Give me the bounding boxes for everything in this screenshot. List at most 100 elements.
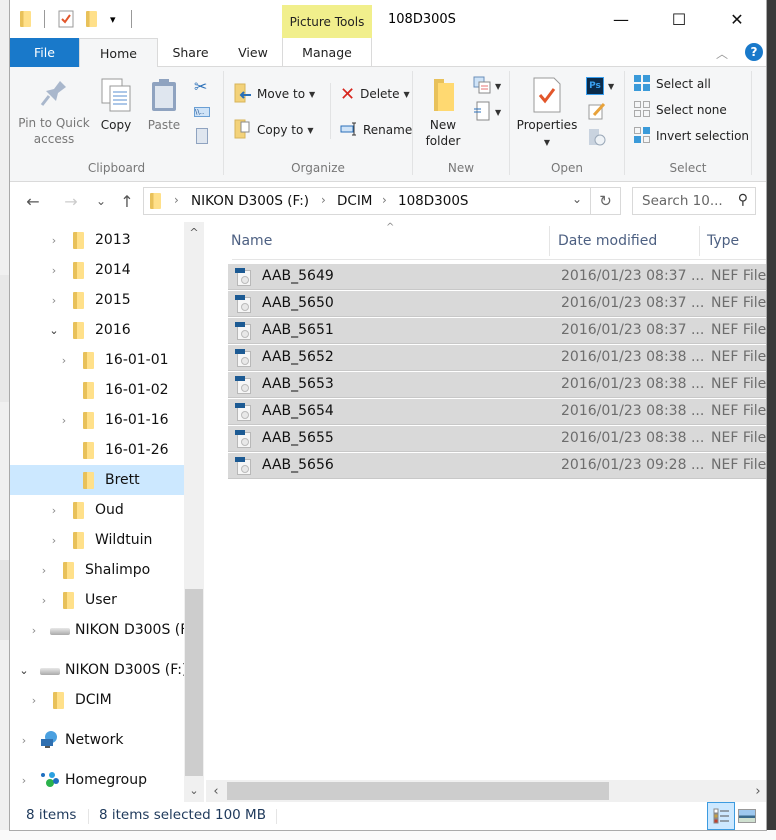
chevron-right-icon[interactable]: › [28, 624, 40, 637]
chevron-down-icon[interactable]: ⌄ [18, 664, 30, 677]
tree-item-oud[interactable]: › Oud [10, 495, 184, 525]
file-row[interactable]: AAB_5652 2016/01/23 08:38 ... NEF File [228, 345, 766, 371]
delete-button[interactable]: ✕ Delete ▼ [340, 83, 410, 105]
tree-item-homegroup[interactable]: › Homegroup [10, 765, 184, 795]
address-dropdown-button[interactable]: ⌄ [572, 192, 582, 206]
tab-view[interactable]: View [223, 38, 283, 67]
search-box[interactable]: Search 10... ⚲ [632, 187, 756, 215]
open-with-photoshop-button[interactable]: Ps ▼ [586, 75, 614, 97]
paste-button[interactable]: Paste [142, 77, 186, 133]
copy-path-button[interactable]: \\.. [194, 101, 210, 123]
minimize-button[interactable]: — [592, 0, 650, 38]
scroll-down-button[interactable]: ⌄ [184, 780, 204, 800]
edit-button[interactable] [588, 101, 606, 123]
tab-home[interactable]: Home [79, 38, 158, 68]
move-to-button[interactable]: Move to ▼ [234, 83, 315, 105]
invert-selection-button[interactable]: Invert selection [633, 125, 749, 147]
copy-button[interactable]: Copy [94, 77, 138, 133]
chevron-right-icon[interactable]: › [48, 264, 60, 277]
new-item-button[interactable]: ▼ [473, 75, 501, 97]
tree-item-2013[interactable]: › 2013 [10, 225, 184, 255]
address-bar[interactable]: › NIKON D300S (F:) › DCIM › 108D300S ⌄ ↻ [143, 187, 621, 215]
file-row[interactable]: AAB_5651 2016/01/23 08:37 ... NEF File [228, 318, 766, 344]
chevron-right-icon[interactable]: › [18, 774, 30, 787]
tree-item-user[interactable]: › User [10, 585, 184, 615]
chevron-down-icon[interactable]: ⌄ [48, 324, 60, 337]
back-button[interactable]: ← [22, 190, 44, 212]
tree-item-dcim[interactable]: › DCIM [10, 685, 184, 715]
large-icons-view-button[interactable] [738, 809, 756, 823]
properties-button[interactable]: Properties ▼ [514, 77, 580, 151]
file-row[interactable]: AAB_5655 2016/01/23 08:38 ... NEF File [228, 426, 766, 452]
qat-new-folder-button[interactable] [86, 8, 97, 30]
breadcrumb-108d300s[interactable]: 108D300S [398, 193, 469, 209]
chevron-right-icon[interactable]: › [58, 414, 70, 427]
tree-item-2016[interactable]: ⌄ 2016 [10, 315, 184, 345]
qat-folder-button[interactable] [20, 8, 31, 30]
chevron-right-icon[interactable]: › [48, 504, 60, 517]
forward-button[interactable]: → [60, 190, 82, 212]
search-icon[interactable]: ⚲ [738, 192, 748, 208]
chevron-right-icon[interactable]: › [48, 294, 60, 307]
qat-properties-button[interactable] [58, 8, 74, 30]
tab-share[interactable]: Share [158, 38, 223, 67]
scroll-left-button[interactable]: ‹ [206, 780, 226, 802]
tree-item-network[interactable]: › Network [10, 725, 184, 755]
collapse-ribbon-button[interactable]: ︿ [716, 45, 728, 62]
column-header-type[interactable]: Type [707, 222, 766, 260]
select-all-button[interactable]: Select all [633, 73, 711, 95]
breadcrumb-nikon-drive[interactable]: NIKON D300S (F:) [191, 193, 309, 209]
rename-button[interactable]: Rename [340, 119, 412, 141]
navigation-pane-scrollbar[interactable]: ^ ⌄ [184, 222, 204, 802]
qat-customize-button[interactable]: ▾ [110, 8, 116, 30]
copy-to-button[interactable]: Copy to ▼ [234, 119, 313, 141]
chevron-right-icon[interactable]: › [18, 734, 30, 747]
file-row[interactable]: AAB_5650 2016/01/23 08:37 ... NEF File [228, 291, 766, 317]
easy-access-button[interactable]: ▼ [473, 101, 501, 123]
chevron-right-icon[interactable]: › [28, 694, 40, 707]
details-view-button[interactable] [707, 802, 735, 830]
tree-item-brett[interactable]: Brett [10, 465, 184, 495]
pin-to-quick-access-button[interactable]: Pin to Quick access [14, 77, 94, 147]
tab-file[interactable]: File [10, 38, 79, 67]
column-separator[interactable] [549, 226, 550, 256]
tree-item-16-01-01[interactable]: › 16-01-01 [10, 345, 184, 375]
history-button[interactable] [588, 127, 606, 149]
tree-item-shalimpo[interactable]: › Shalimpo [10, 555, 184, 585]
scrollbar-thumb[interactable] [227, 782, 609, 800]
tree-item-2015[interactable]: › 2015 [10, 285, 184, 315]
scrollbar-thumb[interactable] [185, 589, 203, 776]
column-header-date-modified[interactable]: Date modified [558, 222, 698, 260]
tree-item-16-01-02[interactable]: 16-01-02 [10, 375, 184, 405]
file-row[interactable]: AAB_5649 2016/01/23 08:37 ... NEF File [228, 264, 766, 290]
cut-button[interactable]: ✂ [194, 75, 207, 97]
tree-item-nikon-drive-1[interactable]: › NIKON D300S (F:) [10, 615, 184, 645]
scroll-up-button[interactable]: ^ [184, 222, 204, 242]
tree-item-nikon-drive-2[interactable]: ⌄ NIKON D300S (F:) [10, 655, 184, 685]
select-none-button[interactable]: Select none [633, 99, 727, 121]
tree-item-16-01-26[interactable]: 16-01-26 [10, 435, 184, 465]
tree-item-wildtuin[interactable]: › Wildtuin [10, 525, 184, 555]
tree-item-16-01-16[interactable]: › 16-01-16 [10, 405, 184, 435]
column-separator[interactable] [699, 226, 700, 256]
file-list-horizontal-scrollbar[interactable]: ‹ › [206, 780, 766, 802]
chevron-right-icon[interactable]: › [48, 234, 60, 247]
recent-locations-button[interactable]: ⌄ [90, 190, 112, 212]
file-row[interactable]: AAB_5654 2016/01/23 08:38 ... NEF File [228, 399, 766, 425]
chevron-right-icon[interactable]: › [58, 354, 70, 367]
file-row[interactable]: AAB_5653 2016/01/23 08:38 ... NEF File [228, 372, 766, 398]
tree-item-2014[interactable]: › 2014 [10, 255, 184, 285]
breadcrumb-dcim[interactable]: DCIM [337, 193, 372, 209]
help-button[interactable]: ? [745, 43, 763, 61]
chevron-right-icon[interactable]: › [48, 534, 60, 547]
file-row[interactable]: AAB_5656 2016/01/23 09:28 ... NEF File [228, 453, 766, 479]
chevron-right-icon[interactable]: › [38, 564, 50, 577]
up-button[interactable]: ↑ [116, 190, 138, 212]
close-button[interactable]: ✕ [708, 0, 766, 38]
tab-manage[interactable]: Manage [282, 38, 372, 67]
new-folder-button[interactable]: New folder [417, 77, 469, 149]
chevron-right-icon[interactable]: › [38, 594, 50, 607]
paste-shortcut-button[interactable] [196, 125, 208, 147]
maximize-button[interactable]: ☐ [650, 0, 708, 38]
column-header-name[interactable]: Name [231, 222, 546, 260]
